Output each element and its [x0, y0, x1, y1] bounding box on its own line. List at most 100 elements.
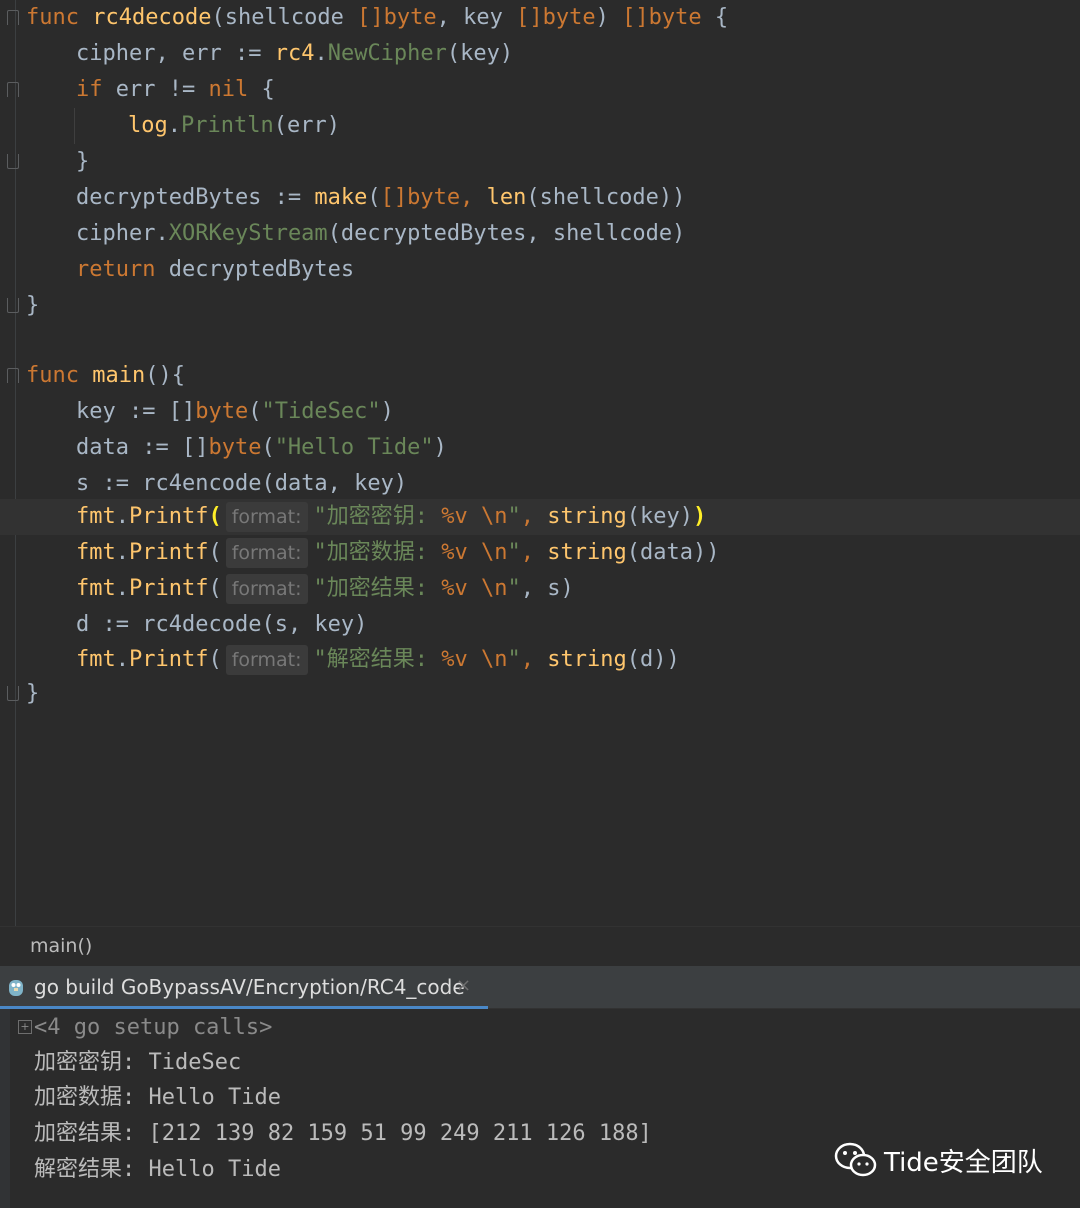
matched-bracket: ( [208, 504, 222, 529]
fold-close-icon[interactable] [7, 686, 19, 701]
code-line-11[interactable]: func main(){ [0, 358, 185, 394]
code-token: , err := [155, 41, 275, 66]
watermark: Tide安全团队 [834, 1138, 1043, 1182]
code-line-2[interactable]: cipher, err := rc4.NewCipher(key) [0, 36, 513, 72]
run-tab[interactable]: go build GoBypassAV/Encryption/RC4_code … [0, 966, 488, 1009]
package-name: rc4 [274, 41, 315, 66]
wechat-icon [834, 1142, 877, 1177]
code-line-4[interactable]: log.Println(err) [0, 108, 340, 144]
format-verb: %v [441, 504, 468, 529]
method-name: NewCipher [327, 41, 447, 66]
code-token: rc4decode [142, 612, 262, 637]
fold-close-icon[interactable] [7, 154, 19, 169]
code-token: ( [367, 185, 381, 210]
code-line-20[interactable]: } [0, 676, 53, 712]
code-line-6[interactable]: decryptedBytes := make([]byte, len(shell… [0, 180, 685, 216]
code-line-3[interactable]: if err != nil { [0, 72, 275, 108]
close-icon[interactable]: × [456, 975, 471, 996]
code-token: , [520, 540, 548, 565]
code-token: , [520, 647, 548, 672]
keyword: func [26, 5, 79, 30]
code-token: ) [380, 399, 394, 424]
breadcrumb[interactable]: main() [0, 926, 1080, 967]
code-token: decryptedBytes := [76, 185, 315, 210]
method-name: Printf [129, 647, 209, 672]
code-line-16[interactable]: fmt.Printf(format: "加密数据: %v \n", string(… [0, 535, 719, 571]
parameter-hint: format: [225, 574, 308, 604]
escape-sequence: \n [481, 540, 508, 565]
code-token: ( [261, 435, 275, 460]
code-token: cipher [76, 221, 156, 246]
method-name: Printf [129, 540, 209, 565]
code-token: rc4encode [142, 471, 262, 496]
fold-close-icon[interactable] [7, 298, 19, 313]
function-name: main [92, 363, 146, 388]
method-name: XORKeyStream [168, 221, 328, 246]
method-name: Printf [129, 576, 209, 601]
code-token: cipher [76, 41, 156, 66]
fold-open-icon[interactable] [7, 82, 19, 97]
builtin-function: string [547, 647, 627, 672]
code-token: (data)) [626, 540, 720, 565]
console-line: 加密密钥: TideSec [34, 1050, 242, 1075]
expand-icon[interactable]: + [18, 1020, 32, 1034]
format-verb: %v [441, 540, 468, 565]
code-line-17[interactable]: fmt.Printf(format: "加密结果: %v \n", s) [0, 571, 574, 607]
code-line-18[interactable]: d := rc4decode(s, key) [0, 607, 367, 643]
string-literal: "加密密钥: [313, 504, 442, 529]
code-line-5[interactable]: } [0, 144, 89, 180]
string-literal: " [507, 540, 521, 565]
code-line-9[interactable]: } [0, 288, 53, 324]
keyword: if [76, 77, 103, 102]
code-token: } [26, 681, 40, 706]
code-line-12[interactable]: key := []byte("TideSec") [0, 394, 394, 430]
run-tool-window-header: go build GoBypassAV/Encryption/RC4_code … [0, 966, 1080, 1009]
string-literal [468, 647, 481, 672]
go-gopher-icon [9, 980, 23, 996]
code-line-14[interactable]: s := rc4encode(data, key) [0, 466, 407, 502]
code-token: (){ [145, 363, 185, 388]
code-token: , [520, 504, 548, 529]
code-token: { [248, 77, 275, 102]
code-token: (key) [446, 41, 514, 66]
code-token: . [115, 540, 129, 565]
code-token: (key) [626, 504, 693, 529]
string-literal: "TideSec" [261, 399, 381, 424]
code-token: , key [436, 5, 517, 30]
code-editor[interactable]: func rc4decode(shellcode []byte, key []b… [0, 0, 1080, 926]
type-token: []byte [622, 5, 702, 30]
code-token: , s) [520, 576, 574, 601]
fold-open-icon[interactable] [7, 10, 19, 25]
string-literal: " [507, 576, 521, 601]
format-verb: %v [441, 647, 468, 672]
escape-sequence: \n [481, 504, 508, 529]
code-token: (d)) [626, 647, 680, 672]
code-token: , [460, 185, 487, 210]
code-token: } [26, 293, 40, 318]
fold-open-icon[interactable] [7, 368, 19, 383]
code-line-19[interactable]: fmt.Printf(format: "解密结果: %v \n", string(… [0, 642, 680, 678]
code-token: { [701, 5, 729, 30]
keyword: func [26, 363, 79, 388]
builtin-function: len [486, 185, 527, 210]
parameter-hint: format: [225, 502, 308, 532]
string-literal: " [507, 504, 521, 529]
breadcrumb-item[interactable]: main() [30, 935, 92, 957]
code-token: err != [102, 77, 209, 102]
code-token: ) [433, 435, 447, 460]
package-name: fmt [76, 504, 116, 529]
type-token: byte [195, 399, 249, 424]
code-line-1[interactable]: func rc4decode(shellcode []byte, key []b… [0, 0, 728, 36]
console-line-collapsed[interactable]: <4 go setup calls> [34, 1010, 272, 1046]
string-literal [468, 540, 481, 565]
code-line-8[interactable]: return decryptedBytes [0, 252, 354, 288]
code-line-15-current[interactable]: fmt.Printf(format: "加密密钥: %v \n", string(… [0, 499, 1080, 535]
console-line: 解密结果: Hello Tide [34, 1157, 281, 1182]
code-line-7[interactable]: cipher.XORKeyStream(decryptedBytes, shel… [0, 216, 685, 252]
code-line-13[interactable]: data := []byte("Hello Tide") [0, 430, 447, 466]
run-tab-label: go build GoBypassAV/Encryption/RC4_code [34, 975, 465, 999]
parameter-hint: format: [225, 538, 308, 568]
string-literal: "解密结果: [313, 647, 442, 672]
